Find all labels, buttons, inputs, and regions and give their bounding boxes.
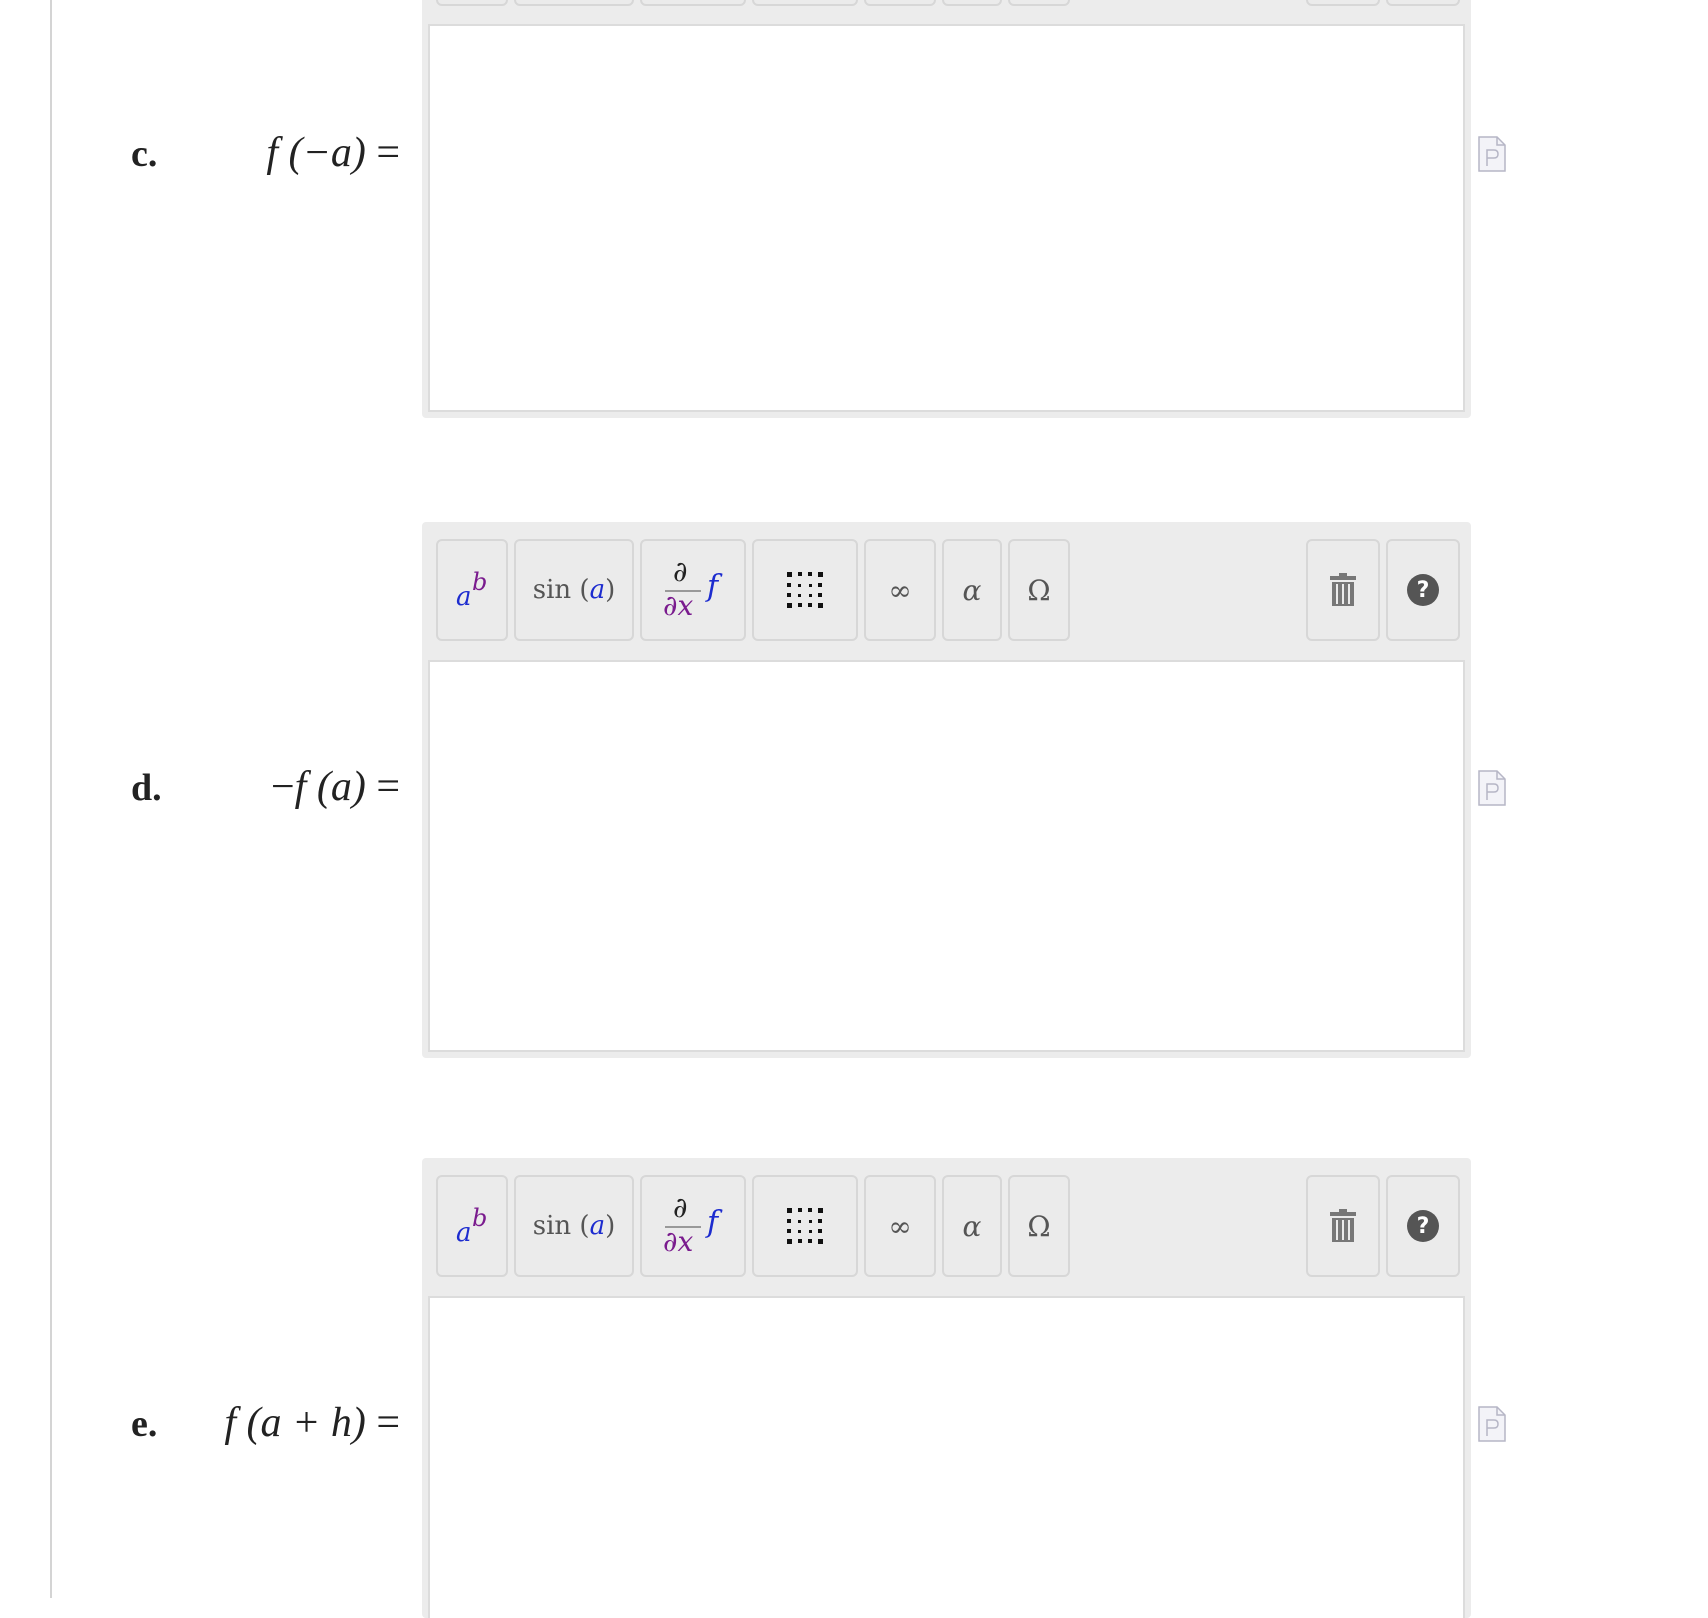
part-label-c: c. <box>131 133 158 175</box>
toolbar-e: a b sin (a) ∂ ∂x f ∞ α Ω ? <box>422 1158 1471 1296</box>
help-button[interactable]: ? <box>1386 539 1460 641</box>
infinity-icon: ∞ <box>888 573 912 607</box>
function-argument: (a) <box>316 764 366 810</box>
power-button[interactable] <box>436 0 508 6</box>
equals-sign: = <box>376 130 400 176</box>
derivative-button[interactable] <box>640 0 746 6</box>
matrix-button[interactable] <box>752 0 858 6</box>
infinity-button[interactable]: ∞ <box>864 539 936 641</box>
matrix-button[interactable] <box>752 539 858 641</box>
function-name: f <box>224 1400 236 1446</box>
power-button[interactable]: a b <box>436 1175 508 1277</box>
power-button[interactable]: a b <box>436 539 508 641</box>
omega-icon: Ω <box>1027 573 1051 607</box>
answer-panel-c <box>422 0 1471 418</box>
answer-input-e[interactable] <box>428 1296 1465 1618</box>
omega-button[interactable]: Ω <box>1008 539 1070 641</box>
minus-sign: − <box>270 764 295 810</box>
expression-d: −f (a) = <box>271 762 400 812</box>
omega-icon: Ω <box>1027 1209 1051 1243</box>
omega-button[interactable] <box>1008 0 1070 6</box>
function-argument: (a + h) <box>246 1400 366 1446</box>
function-name: f <box>266 130 278 176</box>
help-button[interactable]: ? <box>1386 1175 1460 1277</box>
left-border <box>50 0 52 1598</box>
document-icon[interactable] <box>1478 136 1506 172</box>
sin-button[interactable]: sin (a) <box>514 1175 634 1277</box>
alpha-icon: α <box>962 573 982 607</box>
matrix-icon <box>787 1208 823 1244</box>
sin-button[interactable] <box>514 0 634 6</box>
matrix-button[interactable] <box>752 1175 858 1277</box>
answer-input-c[interactable] <box>428 24 1465 412</box>
alpha-button[interactable]: α <box>942 1175 1002 1277</box>
sin-icon: sin (a) <box>532 575 616 605</box>
derivative-icon: ∂ ∂x f <box>663 555 719 622</box>
alpha-button[interactable]: α <box>942 539 1002 641</box>
expression-c: f (−a) = <box>266 128 400 178</box>
derivative-icon: ∂ ∂x f <box>663 1191 719 1258</box>
help-button[interactable] <box>1386 0 1460 6</box>
trash-button[interactable] <box>1306 539 1380 641</box>
trash-button[interactable] <box>1306 0 1380 6</box>
power-icon: a b <box>456 568 488 612</box>
document-icon[interactable] <box>1478 1406 1506 1442</box>
answer-input-d[interactable] <box>428 660 1465 1052</box>
derivative-button[interactable]: ∂ ∂x f <box>640 1175 746 1277</box>
alpha-icon: α <box>962 1209 982 1243</box>
sin-button[interactable]: sin (a) <box>514 539 634 641</box>
equals-sign: = <box>376 1400 400 1446</box>
power-icon: a b <box>456 1204 488 1248</box>
function-name: f <box>294 764 307 810</box>
infinity-button[interactable] <box>864 0 936 6</box>
answer-panel-d: a b sin (a) ∂ ∂x f ∞ α Ω ? <box>422 522 1471 1058</box>
part-label-e: e. <box>131 1403 158 1445</box>
document-icon[interactable] <box>1478 770 1506 806</box>
alpha-button[interactable] <box>942 0 1002 6</box>
expression-e: f (a + h) = <box>224 1398 400 1448</box>
infinity-button[interactable]: ∞ <box>864 1175 936 1277</box>
part-label-d: d. <box>131 767 162 809</box>
trash-button[interactable] <box>1306 1175 1380 1277</box>
sin-icon: sin (a) <box>532 1211 616 1241</box>
trash-icon <box>1330 1209 1356 1242</box>
equals-sign: = <box>376 764 400 810</box>
omega-button[interactable]: Ω <box>1008 1175 1070 1277</box>
toolbar-c <box>422 0 1471 8</box>
derivative-button[interactable]: ∂ ∂x f <box>640 539 746 641</box>
help-icon: ? <box>1407 1210 1439 1242</box>
answer-panel-e: a b sin (a) ∂ ∂x f ∞ α Ω ? <box>422 1158 1471 1618</box>
function-argument: (−a) <box>288 130 366 176</box>
matrix-icon <box>787 572 823 608</box>
trash-icon <box>1330 573 1356 606</box>
infinity-icon: ∞ <box>888 1209 912 1243</box>
toolbar-d: a b sin (a) ∂ ∂x f ∞ α Ω ? <box>422 522 1471 660</box>
help-icon: ? <box>1407 574 1439 606</box>
